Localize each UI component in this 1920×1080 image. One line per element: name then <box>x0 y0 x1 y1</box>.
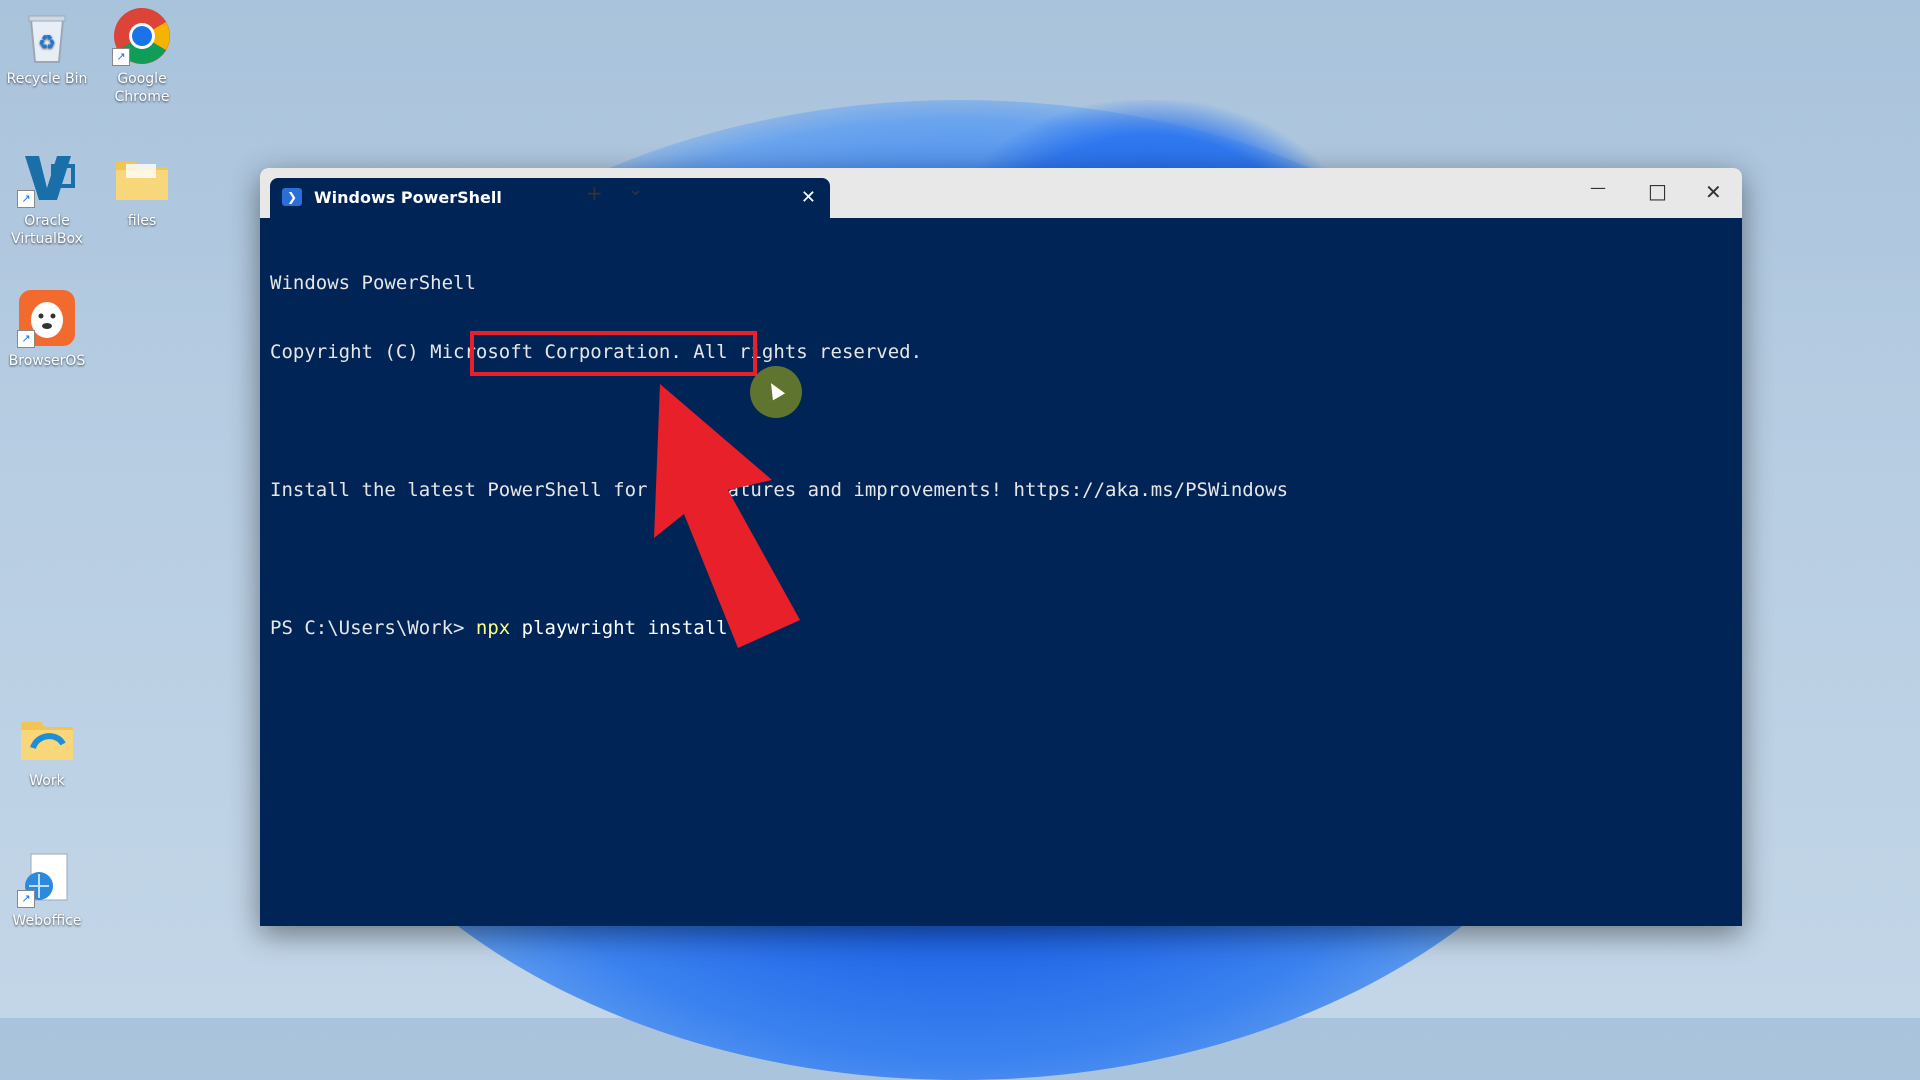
desktop-icon-label: Chrome <box>114 89 170 105</box>
new-tab-button[interactable]: + <box>586 183 603 203</box>
folder-icon <box>112 148 172 208</box>
desktop-icon-recycle-bin[interactable]: ♻ Recycle Bin <box>2 6 92 88</box>
folder-icon <box>17 708 77 768</box>
tab-close-button[interactable]: ✕ <box>801 178 816 218</box>
virtualbox-icon: ↗ <box>17 148 77 208</box>
weboffice-icon: ↗ <box>17 848 77 908</box>
powershell-window[interactable]: ❯ Windows PowerShell ✕ + ⌄ — □ ✕ Windows… <box>260 168 1742 926</box>
tab-dropdown-button[interactable]: ⌄ <box>628 180 643 200</box>
command-highlight-box <box>470 331 757 376</box>
tab-windows-powershell[interactable]: ❯ Windows PowerShell ✕ <box>270 178 830 218</box>
chrome-icon: ↗ <box>112 6 172 66</box>
desktop-icon-label: BrowserOS <box>8 353 86 369</box>
shortcut-arrow-icon: ↗ <box>112 48 130 66</box>
recycle-bin-icon: ♻ <box>17 6 77 66</box>
desktop-icon-google-chrome[interactable]: ↗ Google Chrome <box>97 6 187 106</box>
desktop-icon-label: Google <box>117 71 167 87</box>
shortcut-arrow-icon: ↗ <box>17 330 35 348</box>
tab-title: Windows PowerShell <box>314 188 502 207</box>
browseros-icon: ↗ <box>17 288 77 348</box>
desktop-icon-label: files <box>127 213 157 229</box>
desktop-icon-label: Recycle Bin <box>6 71 88 87</box>
maximize-button[interactable]: □ <box>1648 181 1667 201</box>
red-arrow-annotation <box>654 384 800 648</box>
desktop-icon-files[interactable]: files <box>97 148 187 230</box>
command-keyword: npx <box>475 617 511 639</box>
prompt-line[interactable]: PS C:\Users\Work> npx playwright install <box>270 617 1732 640</box>
desktop-icon-browseros[interactable]: ↗ BrowserOS <box>2 288 92 370</box>
shortcut-arrow-icon: ↗ <box>17 190 35 208</box>
svg-text:♻: ♻ <box>38 30 56 54</box>
powershell-icon: ❯ <box>282 188 302 206</box>
title-bar[interactable]: ❯ Windows PowerShell ✕ + ⌄ — □ ✕ <box>260 168 1742 218</box>
desktop-icon-label: VirtualBox <box>11 231 83 247</box>
shortcut-arrow-icon: ↗ <box>17 890 35 908</box>
desktop-icon-label: Weboffice <box>12 913 82 929</box>
terminal-line: Windows PowerShell <box>270 272 476 294</box>
desktop-icon-label: Work <box>29 773 65 789</box>
desktop-icon-work[interactable]: Work <box>2 708 92 790</box>
close-button[interactable]: ✕ <box>1705 182 1722 202</box>
terminal-line: Install the latest PowerShell for new fe… <box>270 479 1289 501</box>
desktop-icon-label: Oracle <box>24 213 70 229</box>
prompt: PS C:\Users\Work> <box>270 617 476 639</box>
desktop-icon-weboffice[interactable]: ↗ Weboffice <box>2 848 92 930</box>
minimize-button[interactable]: — <box>1590 178 1606 198</box>
desktop-icon-oracle-virtualbox[interactable]: ↗ Oracle VirtualBox <box>2 148 92 248</box>
